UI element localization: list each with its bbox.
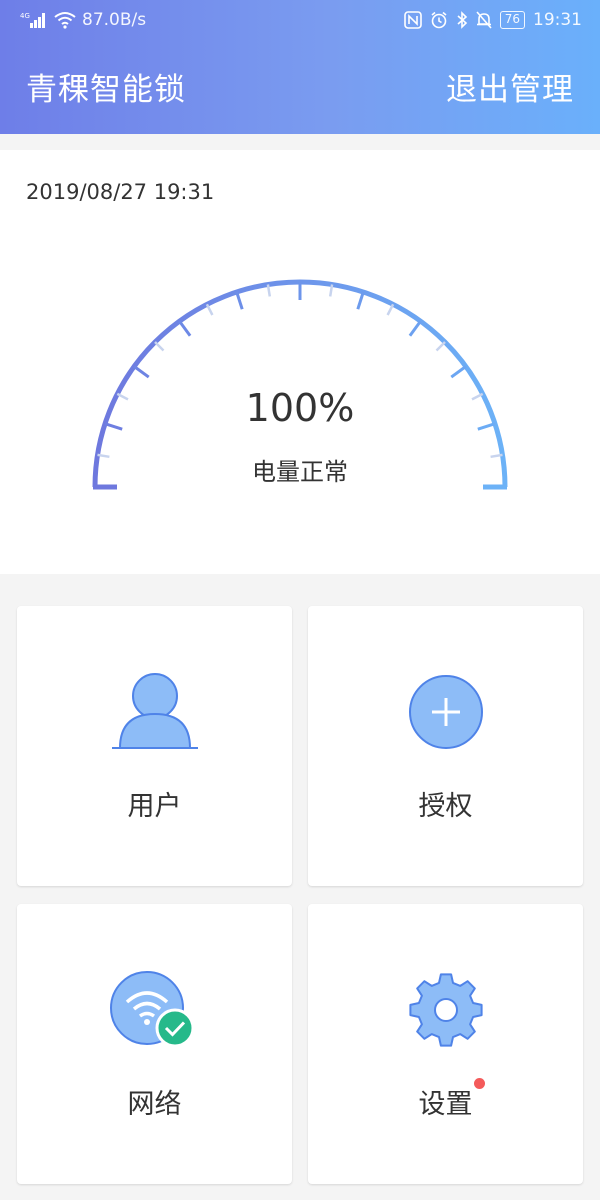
settings-label-wrap: 设置 (418, 1078, 485, 1121)
network-speed: 87.0B/s (82, 10, 147, 30)
network-card[interactable]: 网络 (17, 904, 292, 1184)
app-title: 青稞智能锁 (26, 72, 186, 108)
status-right: 76 19:31 (403, 10, 582, 30)
users-card[interactable]: 用户 (17, 606, 292, 886)
gauge-major-tick (235, 291, 244, 310)
gauge-minor-tick (154, 341, 165, 352)
status-time: 19:31 (533, 10, 582, 30)
authorize-card[interactable]: 授权 (308, 606, 583, 886)
bluetooth-icon (456, 11, 468, 29)
users-label: 用户 (127, 791, 182, 822)
gauge-minor-tick (435, 341, 446, 352)
status-bar: 4G 87.0B/s 76 19:31 (0, 0, 600, 42)
battery-percent: 100% (245, 386, 355, 430)
gauge-minor-tick (205, 303, 214, 316)
battery-status: 电量正常 (252, 458, 348, 486)
gauge-major-tick (178, 320, 192, 337)
mute-bell-icon (476, 11, 492, 29)
svg-text:4G: 4G (20, 12, 30, 20)
notification-dot (473, 1078, 485, 1089)
status-left: 4G 87.0B/s (20, 10, 146, 30)
network-label: 网络 (127, 1089, 182, 1120)
gauge-major-tick (356, 291, 365, 310)
exit-management-button[interactable]: 退出管理 (446, 64, 574, 109)
battery-gauge-panel: 2019/08/27 19:31 100% 电量正常 (0, 150, 600, 574)
gear-hole (433, 998, 458, 1022)
gauge-minor-tick (386, 303, 395, 316)
signal-icon: 4G (20, 11, 48, 29)
app-header: 4G 87.0B/s 76 19:31 青稞智能锁 退出管理 (0, 0, 600, 134)
user-icon (17, 670, 292, 754)
gear-icon (308, 968, 583, 1052)
settings-card[interactable]: 设置 (308, 904, 583, 1184)
gauge-major-tick (133, 365, 150, 379)
authorize-label: 授权 (418, 791, 473, 822)
settings-label: 设置 (418, 1089, 473, 1120)
plus-circle-icon (308, 670, 583, 754)
battery-icon: 76 (499, 11, 525, 29)
battery-gauge (92, 279, 508, 490)
gauge-ticks (97, 282, 503, 459)
gauge-major-tick (408, 320, 422, 337)
gauge-major-tick (450, 365, 467, 379)
nfc-icon (403, 11, 422, 29)
wifi-icon (54, 11, 76, 29)
alarm-icon (430, 11, 448, 29)
wifi-check-icon (17, 968, 292, 1052)
